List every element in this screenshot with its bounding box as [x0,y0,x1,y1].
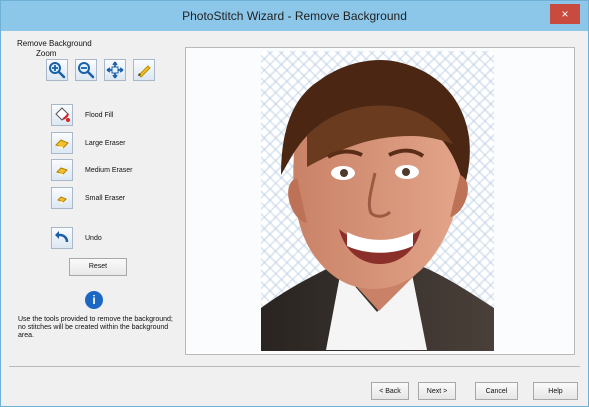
close-button[interactable]: × [550,4,580,24]
flood-fill-tool[interactable]: Flood Fill [51,104,113,126]
undo-button[interactable] [51,227,73,249]
zoom-in-icon [49,62,66,79]
flood-fill-icon [55,107,70,122]
help-button[interactable]: Help [533,382,578,400]
large-eraser-tool[interactable]: Large Eraser [51,132,125,154]
large-eraser-button[interactable] [51,132,73,154]
zoom-in-button[interactable] [46,59,68,81]
small-eraser-button[interactable] [51,187,73,209]
undo-icon [55,231,69,243]
reset-button[interactable]: Reset [69,258,127,276]
back-button[interactable]: < Back [371,382,409,400]
title-bar[interactable]: PhotoStitch Wizard - Remove Background × [1,1,588,31]
zoom-label: Zoom [36,49,57,58]
info-icon: i [85,291,103,309]
small-eraser-icon [57,196,67,204]
zoom-toolbar [46,59,155,81]
next-button[interactable]: Next > [418,382,456,400]
zoom-out-icon [78,62,95,79]
photo-preview[interactable] [261,51,494,351]
undo-label: Undo [85,234,102,242]
portrait-image [261,60,494,351]
small-eraser-tool[interactable]: Small Eraser [51,187,125,209]
cancel-button[interactable]: Cancel [475,382,518,400]
medium-eraser-button[interactable] [51,159,73,181]
section-label: Remove Background [17,39,92,48]
pencil-button[interactable] [133,59,155,81]
undo-tool[interactable]: Undo [51,227,102,249]
large-eraser-icon [55,139,69,149]
fit-view-button[interactable] [104,59,126,81]
small-eraser-label: Small Eraser [85,194,126,202]
instruction-text: Use the tools provided to remove the bac… [18,316,173,339]
medium-eraser-label: Medium Eraser [85,166,133,174]
wizard-window: PhotoStitch Wizard - Remove Background ×… [0,0,589,407]
footer-divider [9,366,580,367]
large-eraser-label: Large Eraser [85,139,126,147]
flood-fill-label: Flood Fill [85,111,114,119]
medium-eraser-tool[interactable]: Medium Eraser [51,159,132,181]
medium-eraser-icon [56,167,68,176]
window-title: PhotoStitch Wizard - Remove Background [182,9,407,23]
flood-fill-button[interactable] [51,104,73,126]
fit-view-icon [106,61,124,79]
pencil-icon [138,65,151,78]
zoom-out-button[interactable] [75,59,97,81]
